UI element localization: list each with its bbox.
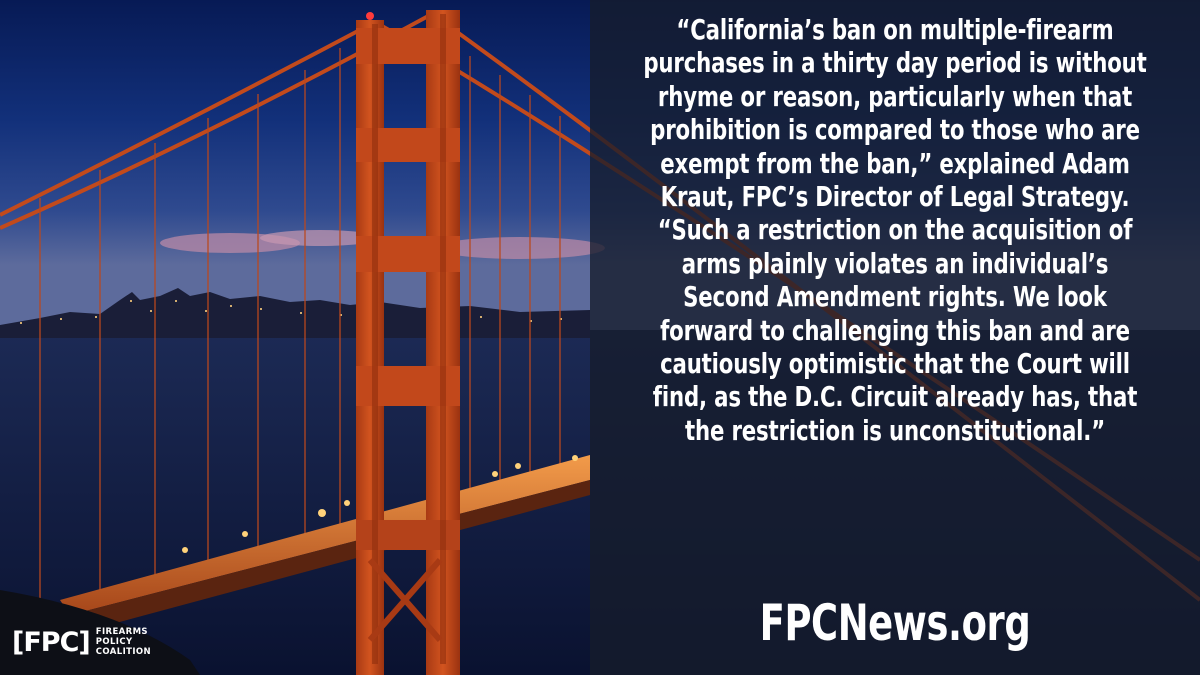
social-card: “California’s ban on multiple-firearm pu… [0, 0, 1200, 675]
quote-text: “California’s ban on multiple-firearm pu… [643, 14, 1147, 447]
website-link[interactable]: FPCNews.org [653, 592, 1137, 654]
logo-mark: [FPC] [12, 627, 91, 658]
fpc-logo: [FPC] FIREARMS POLICY COALITION [12, 624, 151, 662]
logo-line-3: COALITION [95, 646, 152, 657]
logo-wordmark: FIREARMS POLICY COALITION [95, 627, 152, 657]
